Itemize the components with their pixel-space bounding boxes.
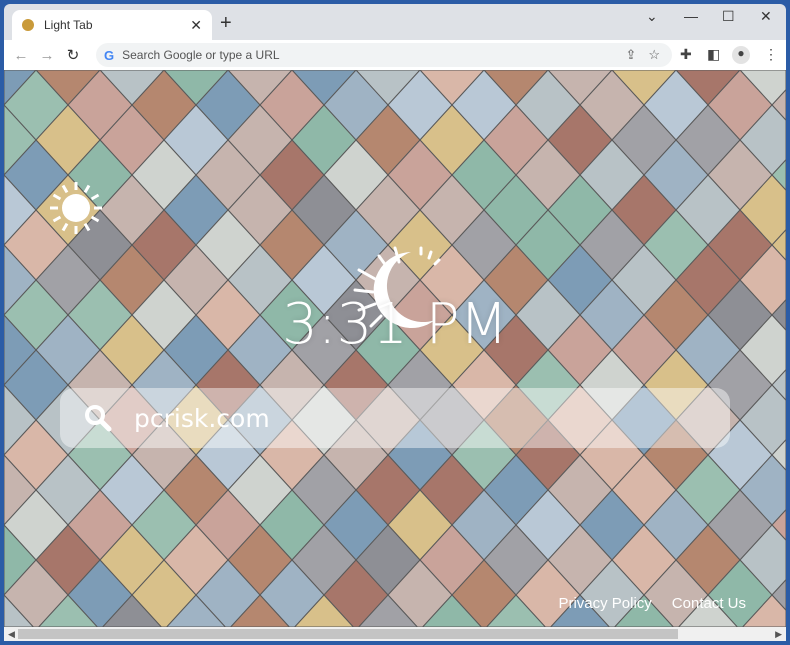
scroll-left-arrow[interactable]: ◀ bbox=[8, 627, 15, 641]
tab-search-icon[interactable]: ⌄ bbox=[646, 8, 658, 25]
scrollbar-thumb[interactable] bbox=[18, 629, 678, 639]
omnibox-placeholder: Search Google or type a URL bbox=[122, 48, 280, 62]
side-panel-icon[interactable]: ◧ bbox=[707, 46, 720, 63]
sun-ray bbox=[83, 184, 91, 194]
clock: 3:31 PM bbox=[282, 292, 508, 357]
forward-button[interactable]: → bbox=[34, 47, 60, 64]
search-box[interactable] bbox=[60, 388, 730, 448]
extensions-icon[interactable]: ✚ bbox=[680, 46, 692, 63]
scroll-right-arrow[interactable]: ▶ bbox=[775, 627, 782, 641]
maximize-button[interactable]: ☐ bbox=[722, 8, 735, 25]
address-bar[interactable]: G Search Google or type a URL ⇪ ☆ bbox=[96, 43, 672, 67]
sun-ray bbox=[90, 215, 100, 223]
search-input[interactable] bbox=[134, 403, 694, 433]
privacy-policy-link[interactable]: Privacy Policy bbox=[558, 595, 651, 612]
bookmark-star-icon[interactable]: ☆ bbox=[648, 47, 660, 63]
sun-ray bbox=[61, 184, 69, 194]
close-window-button[interactable]: ✕ bbox=[760, 8, 772, 25]
share-icon[interactable]: ⇪ bbox=[625, 47, 636, 63]
profile-icon[interactable]: ● bbox=[732, 46, 750, 64]
sun-ray bbox=[90, 193, 100, 201]
tab-title: Light Tab bbox=[44, 18, 93, 32]
favicon-icon bbox=[22, 19, 34, 31]
browser-window: Light Tab ✕ + ⌄ — ☐ ✕ ← → ↻ G Search Goo… bbox=[4, 4, 786, 641]
footer-links: Privacy Policy Contact Us bbox=[558, 595, 746, 612]
toolbar: ← → ↻ G Search Google or type a URL ⇪ ☆ … bbox=[4, 40, 786, 70]
reload-button[interactable]: ↻ bbox=[60, 46, 86, 64]
google-icon: G bbox=[104, 47, 115, 63]
tab-strip: Light Tab ✕ + ⌄ — ☐ ✕ bbox=[4, 4, 786, 40]
tab-light-tab[interactable]: Light Tab ✕ bbox=[12, 10, 212, 40]
back-button[interactable]: ← bbox=[8, 47, 34, 64]
sun-ray bbox=[52, 193, 62, 201]
new-tab-button[interactable]: + bbox=[220, 12, 232, 35]
minimize-button[interactable]: — bbox=[684, 8, 698, 24]
horizontal-scrollbar[interactable]: ◀ ▶ bbox=[4, 627, 786, 641]
menu-icon[interactable]: ⋮ bbox=[764, 46, 778, 63]
sun-ray bbox=[61, 222, 69, 232]
contact-us-link[interactable]: Contact Us bbox=[672, 595, 746, 612]
sun-ray bbox=[52, 215, 62, 223]
sun-ray bbox=[83, 222, 91, 232]
close-tab-icon[interactable]: ✕ bbox=[190, 17, 202, 34]
new-tab-page: 3:31 PM Privacy Policy Contact Us bbox=[4, 70, 786, 627]
sun-icon bbox=[50, 182, 102, 234]
search-icon[interactable] bbox=[78, 404, 118, 432]
